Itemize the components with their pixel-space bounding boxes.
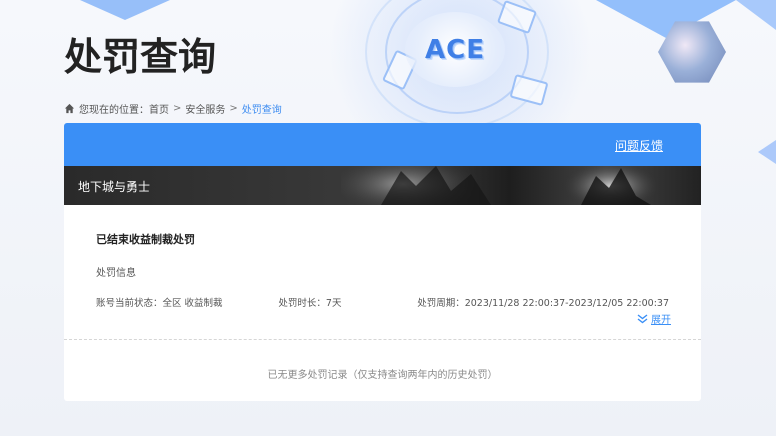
feedback-link[interactable]: 问题反馈 [615,137,663,154]
page-title: 处罚查询 [64,35,217,79]
decor-triangle [736,0,776,30]
penalty-record: 已结束收益制裁处罚 处罚信息 账号当前状态：全区 收益制裁 处罚时长：7天 处罚… [64,205,701,339]
no-more-records: 已无更多处罚记录（仅支持查询两年内的历史处罚） [267,370,498,381]
decor-triangle [758,140,776,164]
expand-button[interactable]: 展开 [637,311,671,326]
penalty-panel: 问题反馈 地下城与勇士 已结束收益制裁处罚 处罚信息 账号当前状态：全区 收益制… [64,123,701,401]
game-name: 地下城与勇士 [78,180,151,194]
penalty-info-row: 账号当前状态：全区 收益制裁 处罚时长：7天 处罚周期：2023/11/28 2… [96,295,669,309]
decor-triangle [80,0,170,20]
penalty-period: 处罚周期：2023/11/28 22:00:37-2023/12/05 22:0… [417,298,669,309]
ace-logo: ACE [405,12,505,87]
breadcrumb-separator: > [229,103,238,114]
breadcrumb-home-link[interactable]: 首页 [149,101,169,116]
penalty-info-title: 处罚信息 [96,268,136,279]
panel-header: 问题反馈 [64,123,701,166]
penalty-duration: 处罚时长：7天 [278,298,342,309]
home-icon [64,103,75,114]
penalty-status-title: 已结束收益制裁处罚 [96,233,195,246]
ace-logo-text: ACE [425,34,485,65]
double-chevron-down-icon [637,313,648,323]
breadcrumb: 您现在的位置： 首页 > 安全服务 > 处罚查询 [64,101,282,116]
account-status: 账号当前状态：全区 收益制裁 [96,298,223,309]
game-banner-art [341,166,661,205]
breadcrumb-current: 处罚查询 [241,105,282,116]
breadcrumb-security-link[interactable]: 安全服务 [185,101,225,116]
game-banner: 地下城与勇士 [64,166,701,205]
breadcrumb-separator: > [173,103,182,114]
breadcrumb-prefix: 您现在的位置： [79,105,149,116]
expand-label: 展开 [651,315,671,326]
